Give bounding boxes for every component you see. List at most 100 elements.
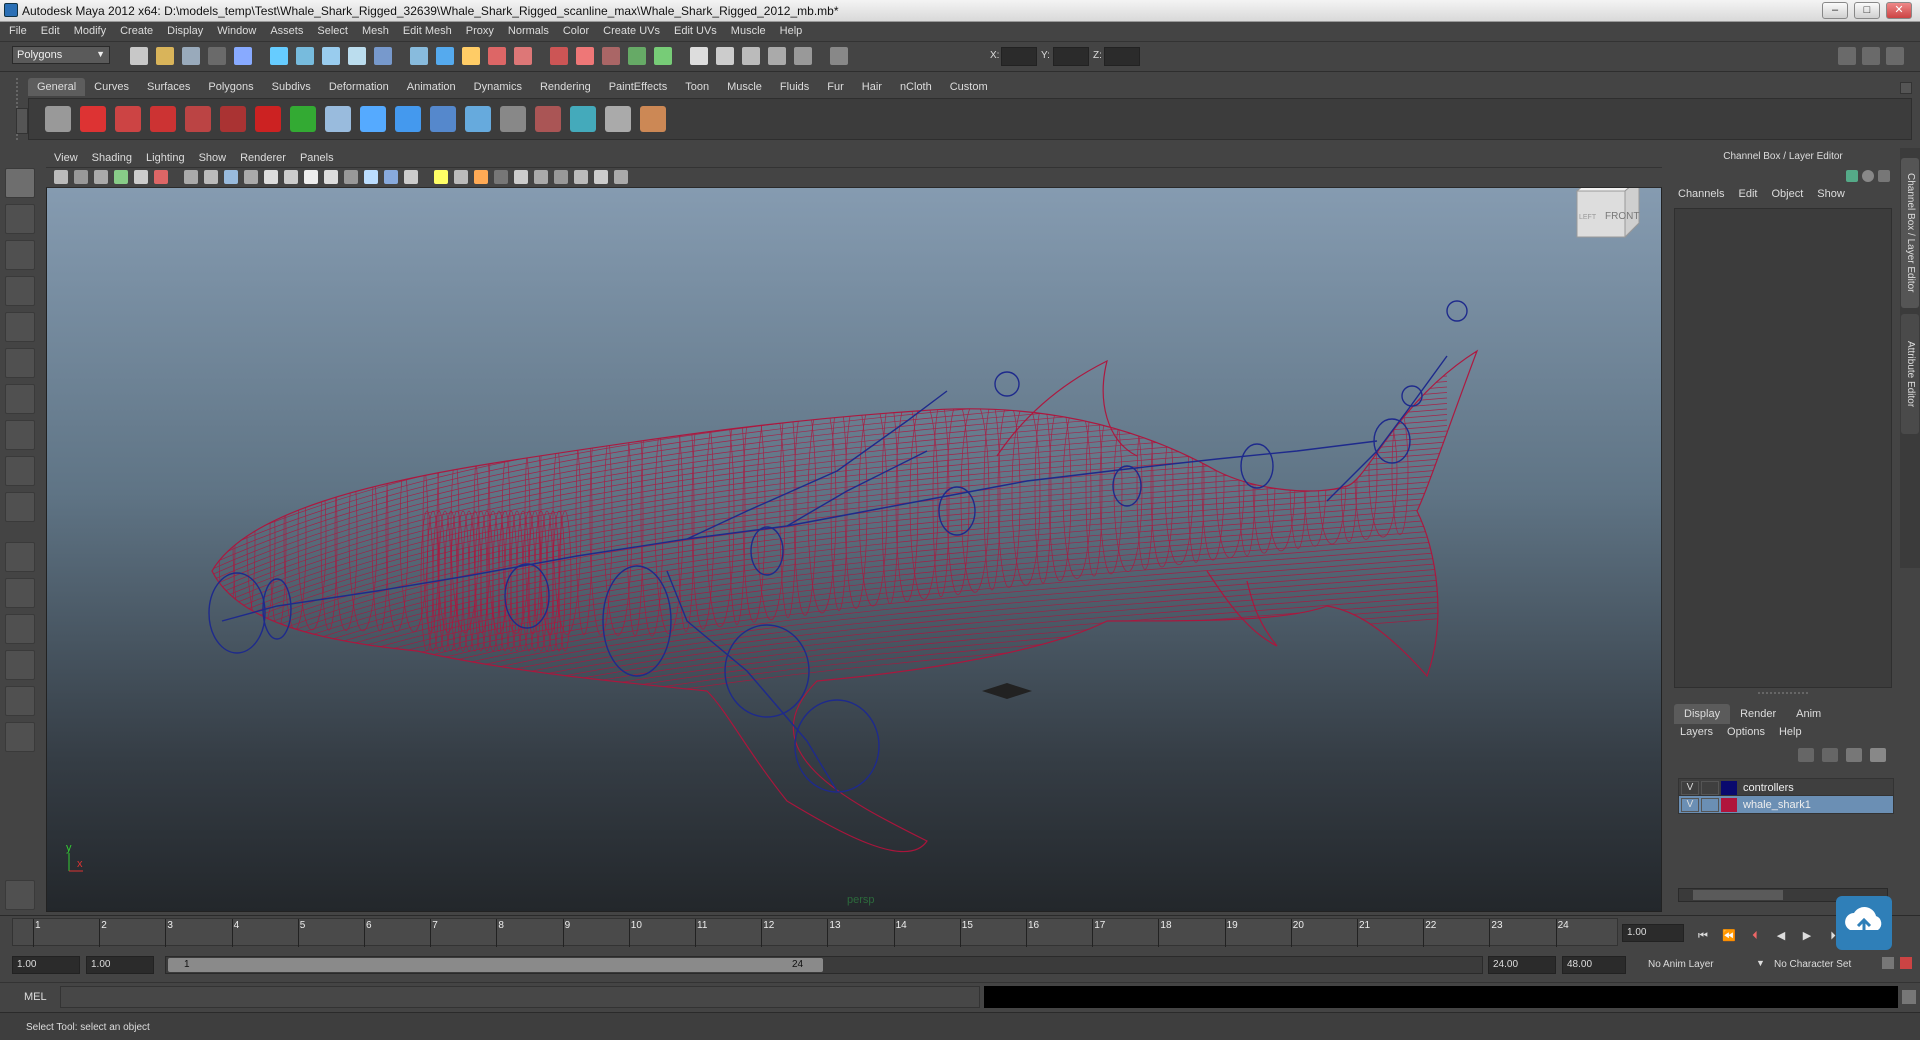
shelf-tool-icon[interactable] <box>255 106 281 132</box>
layer-move-down-icon[interactable] <box>1822 748 1838 762</box>
layer-color-swatch[interactable] <box>1721 781 1737 795</box>
panel-toolbar-icon[interactable] <box>494 170 508 184</box>
shelf-tab-ncloth[interactable]: nCloth <box>891 78 941 96</box>
anim-layer-selector[interactable]: No Anim Layer <box>1648 959 1714 970</box>
animation-prefs-icon[interactable] <box>1900 957 1912 969</box>
channel-box-menu-channels[interactable]: Channels <box>1678 188 1724 200</box>
graph-editor-layout-icon[interactable] <box>5 650 35 680</box>
status-tool-icon[interactable] <box>550 47 568 65</box>
menu-set-selector[interactable]: Polygons ▼ <box>12 46 110 64</box>
status-tool-icon[interactable] <box>794 47 812 65</box>
status-tool-icon[interactable] <box>410 47 428 65</box>
menu-create[interactable]: Create <box>111 22 158 37</box>
paint-effects-icon[interactable] <box>5 880 35 910</box>
select-tool-icon[interactable] <box>5 168 35 198</box>
status-tool-icon[interactable] <box>514 47 532 65</box>
key-icon[interactable] <box>1846 170 1858 182</box>
layer-playback-toggle[interactable] <box>1701 781 1719 795</box>
command-input[interactable] <box>60 986 980 1008</box>
scrollbar-thumb[interactable] <box>1693 890 1783 900</box>
show-hide-tool-settings-icon[interactable] <box>1862 47 1880 65</box>
status-tool-icon[interactable] <box>488 47 506 65</box>
universal-manipulator-icon[interactable] <box>5 384 35 414</box>
hypershade-layout-icon[interactable] <box>5 686 35 716</box>
menu-help[interactable]: Help <box>771 22 808 37</box>
status-tool-icon[interactable] <box>322 47 340 65</box>
panel-toolbar-icon[interactable] <box>454 170 468 184</box>
panel-toolbar-icon[interactable] <box>614 170 628 184</box>
layer-tab-render[interactable]: Render <box>1730 704 1786 724</box>
panel-toolbar-icon[interactable] <box>184 170 198 184</box>
menu-select[interactable]: Select <box>308 22 353 37</box>
menu-muscle[interactable]: Muscle <box>722 22 771 37</box>
scale-tool-icon[interactable] <box>5 348 35 378</box>
layer-menu-help[interactable]: Help <box>1779 726 1802 738</box>
go-to-start-icon[interactable]: ⏮ <box>1694 928 1712 944</box>
shelf-tab-fluids[interactable]: Fluids <box>771 78 818 96</box>
lasso-tool-icon[interactable] <box>5 204 35 234</box>
shelf-tool-icon[interactable] <box>220 106 246 132</box>
channel-box-area[interactable] <box>1674 208 1892 688</box>
shelf-tool-icon[interactable] <box>290 106 316 132</box>
shelf-tab-rendering[interactable]: Rendering <box>531 78 600 96</box>
status-tool-icon[interactable] <box>270 47 288 65</box>
panel-toolbar-icon[interactable] <box>264 170 278 184</box>
show-hide-channel-box-icon[interactable] <box>1886 47 1904 65</box>
gear-icon[interactable] <box>1862 170 1874 182</box>
play-forward-icon[interactable]: ▶ <box>1798 928 1816 944</box>
panel-toolbar-icon[interactable] <box>224 170 238 184</box>
status-tool-icon[interactable] <box>690 47 708 65</box>
tab-attribute-editor[interactable]: Attribute Editor <box>1901 314 1919 434</box>
layer-menu-options[interactable]: Options <box>1727 726 1765 738</box>
tab-channel-box[interactable]: Channel Box / Layer Editor <box>1901 158 1919 308</box>
shelf-tab-curves[interactable]: Curves <box>85 78 138 96</box>
layer-tab-display[interactable]: Display <box>1674 704 1731 724</box>
single-perspective-layout-icon[interactable] <box>5 542 35 572</box>
auto-key-icon[interactable] <box>1882 957 1894 969</box>
panel-toolbar-icon[interactable] <box>364 170 378 184</box>
minimize-button[interactable]: – <box>1822 2 1848 19</box>
panel-toolbar-icon[interactable] <box>244 170 258 184</box>
menu-color[interactable]: Color <box>554 22 594 37</box>
shelf-tool-icon[interactable] <box>500 106 526 132</box>
shelf-tab-painteffects[interactable]: PaintEffects <box>600 78 677 96</box>
shelf-options-icon[interactable] <box>1900 82 1912 94</box>
panel-toolbar-icon[interactable] <box>324 170 338 184</box>
panel-toolbar-icon[interactable] <box>304 170 318 184</box>
shelf-tool-icon[interactable] <box>115 106 141 132</box>
status-tool-icon[interactable] <box>602 47 620 65</box>
show-manipulator-icon[interactable] <box>5 456 35 486</box>
shelf-tab-surfaces[interactable]: Surfaces <box>138 78 199 96</box>
menu-display[interactable]: Display <box>158 22 208 37</box>
status-tool-icon[interactable] <box>156 47 174 65</box>
layer-move-up-icon[interactable] <box>1798 748 1814 762</box>
shelf-tool-icon[interactable] <box>535 106 561 132</box>
menu-normals[interactable]: Normals <box>499 22 554 37</box>
shelf-tool-icon[interactable] <box>605 106 631 132</box>
panel-toolbar-icon[interactable] <box>384 170 398 184</box>
panel-toolbar-icon[interactable] <box>404 170 418 184</box>
shelf-tool-icon[interactable] <box>570 106 596 132</box>
panel-menu-show[interactable]: Show <box>191 150 233 164</box>
layer-playback-toggle[interactable] <box>1701 798 1719 812</box>
panel-toolbar-icon[interactable] <box>534 170 548 184</box>
status-tool-icon[interactable] <box>768 47 786 65</box>
rotate-tool-icon[interactable] <box>5 312 35 342</box>
layer-color-swatch[interactable] <box>1721 798 1737 812</box>
panel-toolbar-icon[interactable] <box>344 170 358 184</box>
status-tool-icon[interactable] <box>374 47 392 65</box>
paint-select-tool-icon[interactable] <box>5 240 35 270</box>
shelf-tool-icon[interactable] <box>185 106 211 132</box>
new-layer-icon[interactable] <box>1846 748 1862 762</box>
current-time-field[interactable]: 1.00 <box>1622 924 1684 942</box>
panel-toolbar-icon[interactable] <box>74 170 88 184</box>
panel-toolbar-icon[interactable] <box>554 170 568 184</box>
dope-sheet-layout-icon[interactable] <box>5 722 35 752</box>
layer-visibility-toggle[interactable]: V <box>1681 798 1699 812</box>
soft-modification-icon[interactable] <box>5 420 35 450</box>
command-language-label[interactable]: MEL <box>24 991 47 1003</box>
panel-toolbar-icon[interactable] <box>474 170 488 184</box>
last-tool-icon[interactable] <box>5 492 35 522</box>
step-back-frame-icon[interactable]: ⏴ <box>1746 928 1764 944</box>
menu-create-uvs[interactable]: Create UVs <box>594 22 665 37</box>
